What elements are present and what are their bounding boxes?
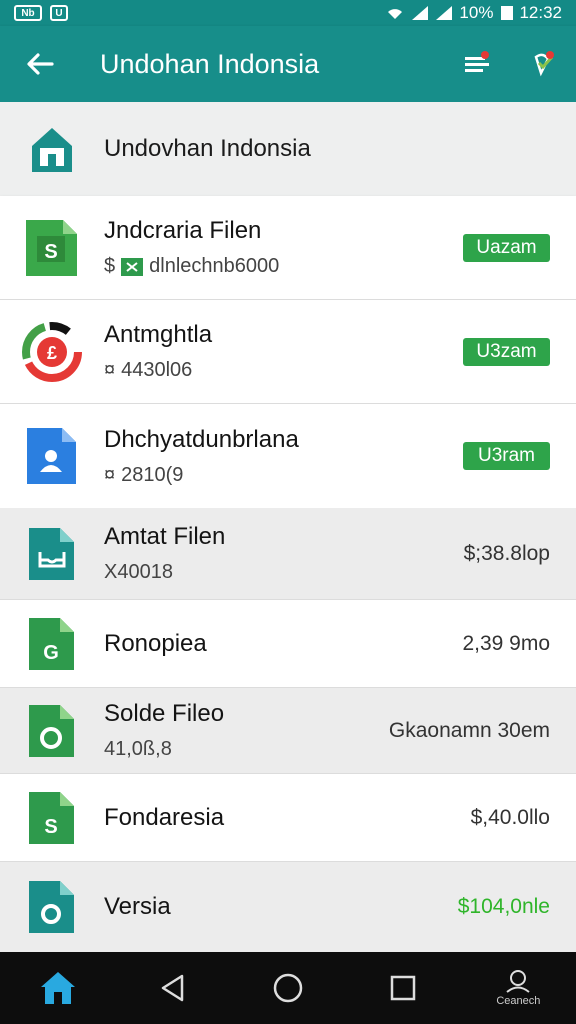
currency-symbol: ¤ bbox=[104, 463, 116, 486]
back-button[interactable] bbox=[0, 26, 80, 102]
section-header: Undovhan Indonsia bbox=[0, 102, 576, 196]
list-item[interactable]: G Ronopiea 2,39 9mo bbox=[0, 600, 576, 688]
account-button[interactable] bbox=[510, 26, 576, 102]
list-item[interactable]: Amtat Filen X40018 $;38.8lop bbox=[0, 508, 576, 600]
svg-text:S: S bbox=[44, 816, 57, 838]
item-value: 2,39 9mo bbox=[462, 631, 550, 655]
item-title: Jndcraria Filen bbox=[104, 217, 262, 244]
currency-symbol: ¤ bbox=[104, 359, 116, 381]
notification-icon-2: U bbox=[50, 5, 68, 21]
inbox-file-icon bbox=[29, 527, 74, 580]
list-item[interactable]: Dhchyatdunbrlana ¤ 2810(9 U3ram bbox=[0, 404, 576, 508]
nav-account-button[interactable]: Ceanech bbox=[473, 952, 563, 1024]
spreadsheet-file-icon: S bbox=[26, 219, 77, 276]
filter-list-icon bbox=[465, 51, 489, 72]
item-title: Ronopiea bbox=[104, 629, 207, 657]
home-icon bbox=[40, 972, 75, 1004]
circle-home-icon bbox=[273, 973, 303, 1003]
item-value: $,40.0llo bbox=[470, 805, 550, 829]
nav-home-button[interactable] bbox=[13, 952, 103, 1024]
svg-text:£: £ bbox=[47, 343, 57, 363]
section-title: Undovhan Indonsia bbox=[104, 135, 311, 162]
item-subtitle: 41,0ß,8 bbox=[104, 738, 172, 760]
list-item[interactable]: S Fondaresia $,40.0llo bbox=[0, 774, 576, 862]
battery-icon bbox=[501, 6, 514, 20]
signal-icon-2 bbox=[436, 6, 453, 20]
list-item[interactable]: S Jndcraria Filen $ dlnlechnb6000 Uazam bbox=[0, 196, 576, 300]
item-title: Fondaresia bbox=[104, 803, 225, 831]
home-icon bbox=[32, 128, 72, 172]
wifi-icon bbox=[388, 9, 403, 19]
item-value: $104,0nle bbox=[457, 895, 550, 918]
heart-check-icon bbox=[534, 51, 554, 77]
item-subtitle: 2810(9 bbox=[121, 463, 184, 486]
status-badge[interactable]: U3zam bbox=[463, 337, 550, 366]
item-subtitle: 4430l06 bbox=[121, 359, 193, 381]
clock: 12:32 bbox=[519, 3, 562, 22]
notification-icon: Nb bbox=[14, 5, 42, 21]
c-file-icon bbox=[29, 704, 74, 757]
item-title: Solde Fileo bbox=[104, 700, 225, 727]
app-title: Undohan Indonsia bbox=[100, 48, 320, 79]
person-icon bbox=[506, 970, 530, 993]
pound-pie-icon: £ bbox=[22, 321, 82, 382]
nav-back-button[interactable] bbox=[128, 952, 218, 1024]
item-title: Versia bbox=[104, 893, 171, 920]
navigation-bar: Ceanech bbox=[0, 952, 576, 1024]
nav-recents-button[interactable] bbox=[358, 952, 448, 1024]
battery-percent: 10% bbox=[459, 3, 494, 22]
list-item[interactable]: Solde Fileo 41,0ß,8 Gkaonamn 30em bbox=[0, 688, 576, 774]
item-title: Amtat Filen bbox=[104, 523, 226, 550]
status-bar: Nb U 10% 12:32 bbox=[0, 0, 576, 26]
square-recents-icon bbox=[390, 975, 416, 1001]
filter-button[interactable] bbox=[444, 26, 510, 102]
currency-symbol: $ bbox=[104, 255, 116, 277]
item-subtitle: dlnlechnb6000 bbox=[149, 255, 280, 277]
signal-icon bbox=[412, 6, 429, 20]
item-title: Dhchyatdunbrlana bbox=[104, 425, 299, 453]
item-value: $;38.8lop bbox=[463, 541, 550, 565]
list-item[interactable]: Versia $104,0nle bbox=[0, 862, 576, 952]
item-title: Antmghtla bbox=[104, 321, 213, 348]
nav-account-label: Ceanech bbox=[496, 995, 541, 1007]
item-subtitle: X40018 bbox=[104, 561, 173, 583]
triangle-back-icon bbox=[161, 974, 184, 1002]
arrow-left-icon bbox=[27, 53, 54, 75]
s-file-icon: S bbox=[29, 791, 74, 844]
g-file-icon: G bbox=[29, 617, 74, 670]
money-icon bbox=[121, 257, 144, 276]
list-item[interactable]: £ Antmghtla ¤ 4430l06 U3zam bbox=[0, 300, 576, 404]
app-bar: Undohan Indonsia bbox=[0, 26, 576, 102]
item-value: Gkaonamn 30em bbox=[388, 718, 550, 742]
nav-home-circle-button[interactable] bbox=[243, 952, 333, 1024]
svg-text:G: G bbox=[43, 642, 59, 664]
status-badge[interactable]: U3ram bbox=[463, 442, 550, 470]
svg-text:S: S bbox=[44, 241, 57, 263]
status-badge[interactable]: Uazam bbox=[463, 233, 550, 262]
highlighted-card: S Jndcraria Filen $ dlnlechnb6000 Uazam … bbox=[0, 196, 576, 508]
user-document-icon bbox=[27, 428, 76, 484]
o-file-icon bbox=[29, 881, 74, 933]
